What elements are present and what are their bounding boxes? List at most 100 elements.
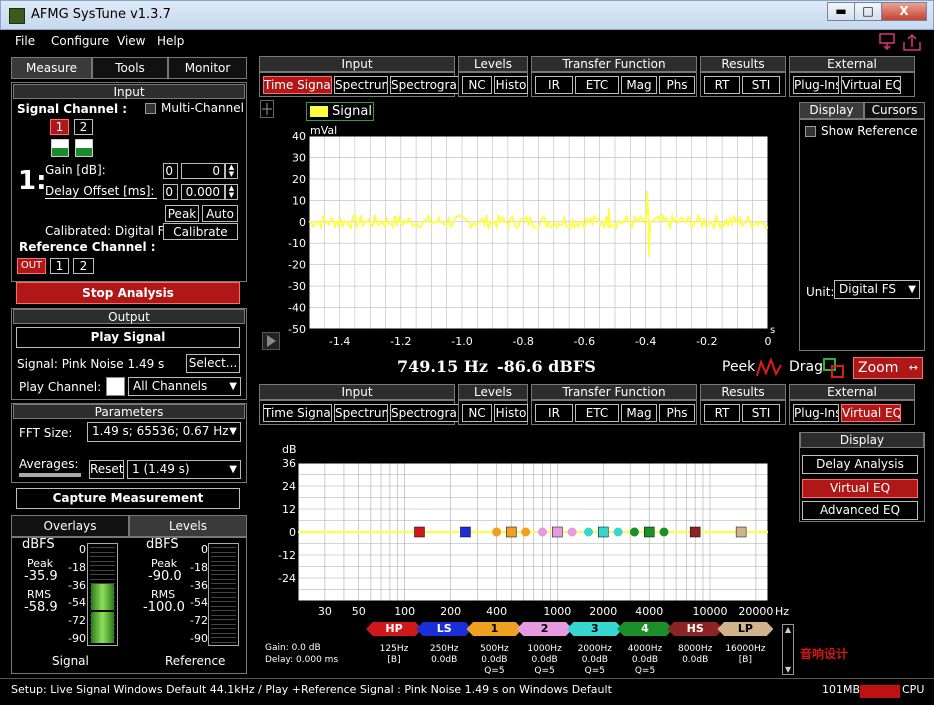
menu-configure[interactable]: Configure [51,34,109,48]
eq-band-handle[interactable] [643,526,655,538]
averages-dropdown[interactable]: 1 (1.49 s) ▼ [127,460,241,479]
eq-band-q-handle[interactable] [613,527,623,537]
eq-band-q-handle[interactable] [521,527,531,537]
menu-view[interactable]: View [117,34,145,48]
capture-measurement-button[interactable]: Capture Measurement [16,488,240,509]
title-bar[interactable]: AFMG SysTune v1.3.7 ▬ □ X [0,0,934,30]
toolbarTop-button-virtual-eq[interactable]: Virtual EQ [841,76,901,94]
toolbarTop-button-time-signal[interactable]: Time Signal [263,76,332,94]
time-signal-chart[interactable]: 40 30 20 10 0 -10 -20 -30 -40 -50 -1.4 -1.2 -1.0 -0.8… [258,120,793,352]
toolbarBottom-button-ir[interactable]: IR [535,404,573,422]
toolbarBottom-button-etc[interactable]: ETC [575,404,619,422]
peak-button[interactable]: Peak [165,205,199,222]
eq-band-q-handle[interactable] [538,527,548,537]
reference-channel-2-button[interactable]: 2 [73,258,94,274]
gain-input[interactable]: 0 [181,163,225,179]
gain-stepper[interactable]: ▲ ▼ [225,163,238,179]
play-signal-button[interactable]: Play Signal [16,327,240,348]
signal-channel-2-button[interactable]: 2 [74,119,93,135]
eq-band-button-hs[interactable]: HS [667,622,724,636]
select-signal-button[interactable]: Select... [186,354,240,373]
gain-link-field[interactable]: 0 [163,163,178,179]
delay-offset-input[interactable]: 0.000 [181,184,225,200]
eq-band-handle[interactable] [506,526,517,538]
calibrate-button[interactable]: Calibrate [163,223,238,240]
toolbarBottom-button-histo[interactable]: Histo [494,404,528,422]
tab-levels[interactable]: Levels [129,515,247,537]
toolbarBottom-button-mag[interactable]: Mag [621,404,657,422]
scroll-up-icon[interactable]: ▲ [785,625,791,634]
tab-cursors[interactable]: Cursors [864,102,925,119]
eq-band-button-hp[interactable]: HP [366,622,422,636]
toolbarBottom-button-spectrogram[interactable]: Spectrogram [390,404,460,422]
toolbarBottom-button-phs[interactable]: Phs [659,404,695,422]
zoom-button[interactable]: Zoom ↔ [853,357,923,379]
minimize-button[interactable]: ▬ [827,2,855,21]
peek-icon[interactable] [755,357,783,378]
menu-help[interactable]: Help [157,34,184,48]
tab-display[interactable]: Display [799,102,864,119]
toolbarTop-button-plug-ins[interactable]: Plug-Ins [793,76,839,94]
virtual-eq-chart[interactable]: 36 24 12 0 -12 -24 30 50 100 200 400 1000 2000 4000 10… [262,434,796,624]
tab-measure[interactable]: Measure [11,57,92,79]
menu-file[interactable]: File [15,34,35,48]
eq-band-button-3[interactable]: 3 [566,622,623,636]
eq-band-handle[interactable] [552,526,563,538]
virtual-eq-button[interactable]: Virtual EQ [802,479,918,498]
eq-band-handle[interactable] [460,526,471,538]
reference-channel-1-button[interactable]: 1 [50,258,69,274]
delay-analysis-button[interactable]: Delay Analysis [802,455,918,474]
toolbarTop-button-spectrum[interactable]: Spectrum [334,76,388,94]
toolbarTop-button-nc[interactable]: NC [462,76,492,94]
reference-out-button[interactable]: OUT [17,258,46,274]
eq-band-q-handle[interactable] [567,527,577,537]
toolbarTop-button-sti[interactable]: STI [742,76,780,94]
scroll-down-icon[interactable]: ▼ [785,665,791,674]
eq-band-handle[interactable] [598,526,609,538]
tab-monitor[interactable]: Monitor [168,57,247,79]
close-button[interactable]: X [881,2,927,21]
fft-size-dropdown[interactable]: 1.49 s; 65536; 0.67 Hz ▼ [87,422,241,442]
eq-band-q-handle[interactable] [629,527,639,537]
delay-link-field[interactable]: 0 [163,184,178,200]
play-icon[interactable] [262,332,280,350]
maximize-button[interactable]: □ [854,2,882,21]
toolbarBottom-button-sti[interactable]: STI [742,404,780,422]
delay-stepper[interactable]: ▲ ▼ [225,184,238,200]
signal-channel-1-button[interactable]: 1 [50,119,69,135]
eq-scrollbar[interactable]: ▲ ▼ [782,624,794,675]
eq-band-q-handle[interactable] [583,527,593,537]
tab-overlays[interactable]: Overlays [11,515,129,537]
toolbarBottom-button-time-signal[interactable]: Time Signal [263,404,332,422]
toolbarTop-button-spectrogram[interactable]: Spectrogram [390,76,460,94]
tab-tools[interactable]: Tools [92,57,168,79]
toolbarBottom-button-virtual-eq[interactable]: Virtual EQ [841,404,901,422]
unit-dropdown[interactable]: Digital FS ▼ [834,280,920,299]
multi-channel-checkbox[interactable] [145,103,156,114]
toolbarBottom-button-rt[interactable]: RT [704,404,740,422]
export-icons[interactable] [878,32,926,52]
toolbarTop-button-mag[interactable]: Mag [621,76,657,94]
eq-band-q-handle[interactable] [659,527,669,537]
eq-band-button-2[interactable]: 2 [516,622,573,636]
toolbarTop-button-histo[interactable]: Histo [494,76,528,94]
toolbarTop-button-etc[interactable]: ETC [575,76,619,94]
reset-averages-button[interactable]: Reset [89,460,124,479]
toolbarTop-button-rt[interactable]: RT [704,76,740,94]
play-channel-dropdown[interactable]: All Channels ▼ [128,377,241,396]
toolbarBottom-button-spectrum[interactable]: Spectrum [334,404,388,422]
toolbarTop-button-ir[interactable]: IR [535,76,573,94]
eq-band-q-handle[interactable] [492,527,502,537]
toolbarBottom-button-nc[interactable]: NC [462,404,492,422]
eq-band-button-lp[interactable]: LP [717,622,774,636]
eq-band-handle[interactable] [414,526,425,538]
advanced-eq-button[interactable]: Advanced EQ [802,501,918,520]
eq-band-button-4[interactable]: 4 [617,622,673,636]
window-export-icon[interactable] [879,33,895,44]
show-reference-checkbox[interactable] [805,126,816,137]
stop-analysis-button[interactable]: Stop Analysis [16,282,240,304]
eq-band-button-1[interactable]: 1 [466,622,523,636]
eq-band-button-ls[interactable]: LS [416,622,473,636]
eq-band-handle[interactable] [735,526,747,538]
drag-icon[interactable] [822,357,846,379]
